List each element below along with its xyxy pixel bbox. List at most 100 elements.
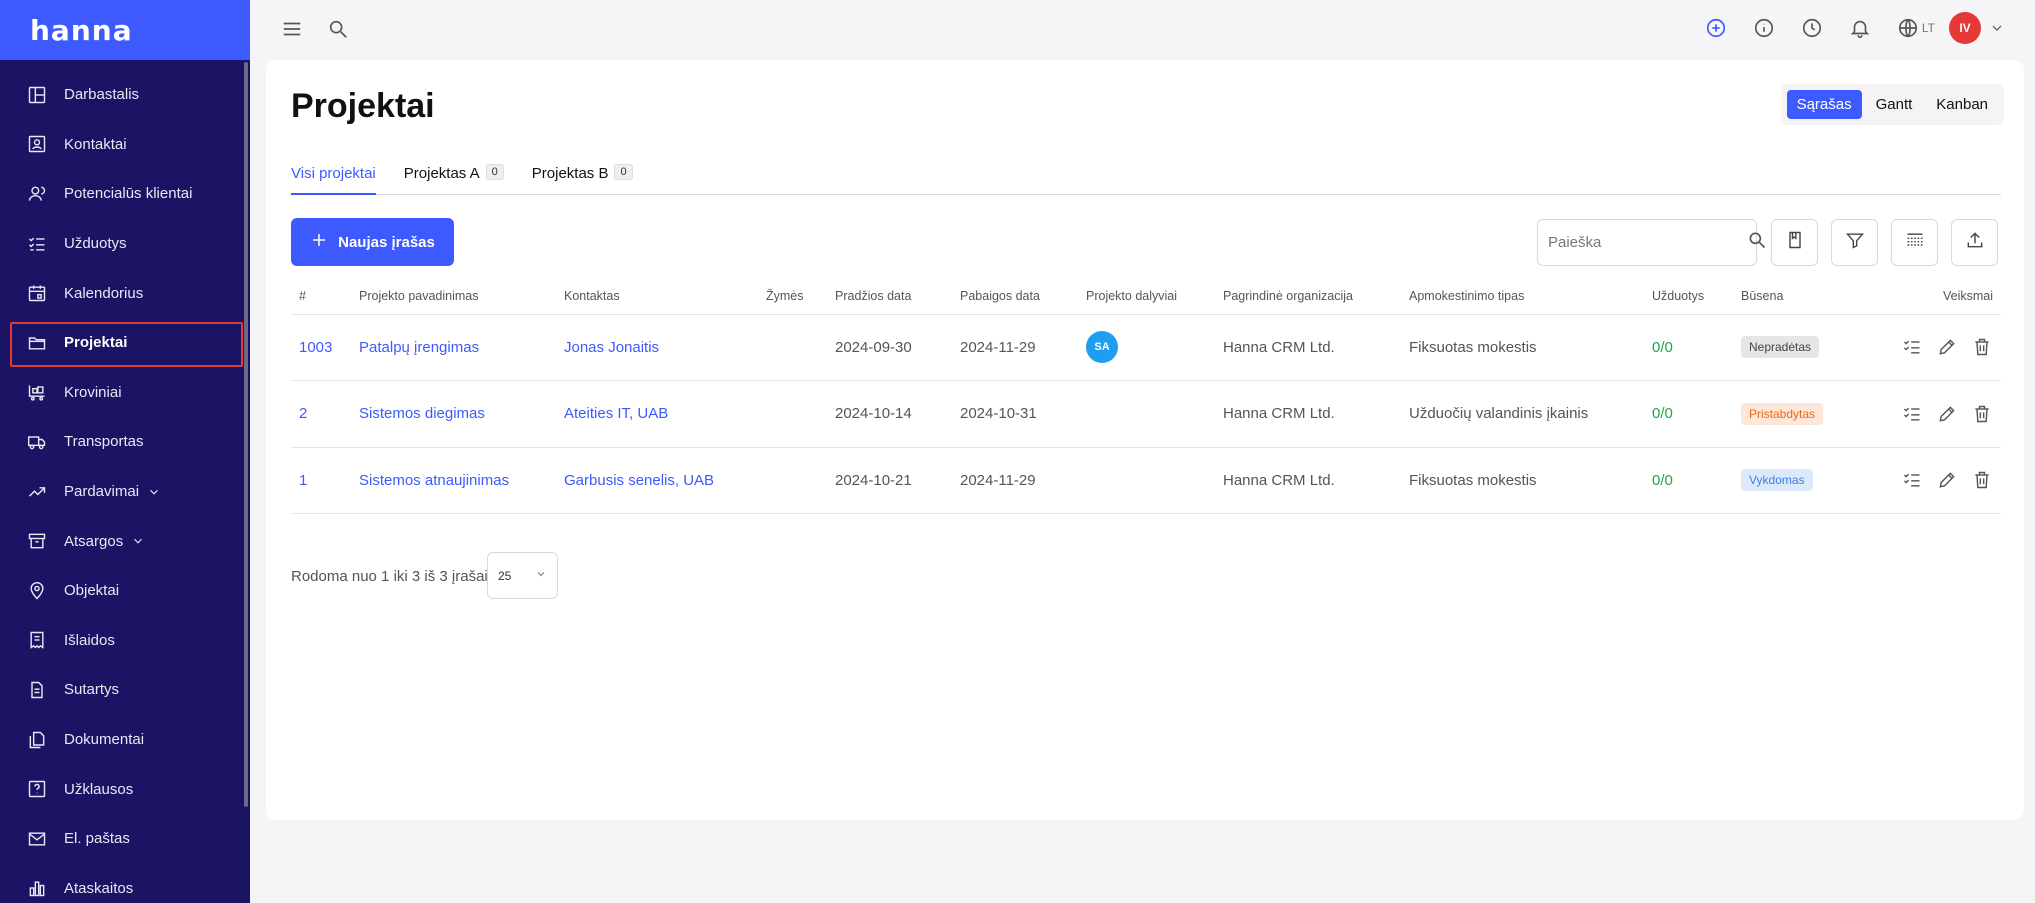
tasks-list-icon[interactable]: [1901, 403, 1923, 425]
chevron-down-icon[interactable]: [131, 534, 145, 548]
question-icon: [26, 778, 48, 800]
contact-link[interactable]: Ateities IT, UAB: [564, 405, 668, 422]
bar-chart-icon: [26, 877, 48, 899]
table-row: 1003 Patalpų įrengimas Jonas Jonaitis 20…: [291, 314, 2001, 381]
edit-pencil-icon[interactable]: [1936, 469, 1958, 491]
billing-type: Užduočių valandinis įkainis: [1401, 380, 1644, 448]
trash-icon[interactable]: [1971, 336, 1993, 358]
sidebar-item-kalendorius[interactable]: Kalendorius: [0, 268, 250, 318]
sidebar-item-dokumentai[interactable]: Dokumentai: [0, 715, 250, 765]
col-header-status[interactable]: Būsena: [1733, 278, 1873, 315]
table-header-row: # Projekto pavadinimas Kontaktas Žymės P…: [291, 278, 2001, 315]
sidebar-item-label: Pardavimai: [64, 483, 140, 501]
bookmark-document-icon: [1785, 230, 1805, 255]
user-menu[interactable]: IV: [1949, 12, 2005, 44]
tasks-list-icon[interactable]: [1901, 336, 1923, 358]
topbar-left: [280, 17, 350, 41]
language-label: LT: [1921, 21, 1935, 35]
edit-pencil-icon[interactable]: [1936, 336, 1958, 358]
sidebar-item-label: Potencialūs klientai: [64, 185, 193, 203]
tasks-count[interactable]: 0/0: [1652, 339, 1673, 356]
tab-label: Projektas B: [531, 165, 609, 182]
sidebar-item-darbastalis[interactable]: Darbastalis: [0, 70, 250, 120]
tab-count-badge: 0: [614, 164, 633, 180]
chevron-down-icon[interactable]: [147, 485, 161, 499]
row-id-link[interactable]: 1003: [299, 339, 332, 356]
sidebar-item-label: Objektai: [64, 582, 120, 600]
sidebar-item-el-pastas[interactable]: El. paštas: [0, 814, 250, 864]
tab-projektas-a[interactable]: Projektas A 0: [404, 163, 504, 195]
tab-visi-projektai[interactable]: Visi projektai: [291, 163, 376, 195]
bell-icon[interactable]: [1848, 16, 1872, 40]
sidebar-item-sutartys[interactable]: Sutartys: [0, 665, 250, 715]
view-switcher: Sąrašas Gantt Kanban: [1780, 84, 2004, 125]
cart-icon: [26, 381, 48, 403]
edit-pencil-icon[interactable]: [1936, 403, 1958, 425]
tab-projektas-b[interactable]: Projektas B 0: [532, 163, 633, 195]
search-icon[interactable]: [1747, 230, 1767, 255]
tasks-count[interactable]: 0/0: [1652, 472, 1673, 489]
trend-icon: [26, 481, 48, 503]
contact-link[interactable]: Garbusis senelis, UAB: [564, 472, 714, 489]
tasks-list-icon[interactable]: [1901, 469, 1923, 491]
status-badge: Vykdomas: [1741, 469, 1813, 492]
col-header-contact[interactable]: Kontaktas: [556, 278, 758, 315]
col-header-name[interactable]: Projekto pavadinimas: [351, 278, 556, 315]
col-header-organization[interactable]: Pagrindinė organizacija: [1215, 278, 1401, 315]
tasks-count[interactable]: 0/0: [1652, 405, 1673, 422]
sidebar-item-kontaktai[interactable]: Kontaktai: [0, 120, 250, 170]
col-header-billing[interactable]: Apmokestinimo tipas: [1401, 278, 1644, 315]
documents-icon: [26, 729, 48, 751]
language-switch[interactable]: LT: [1896, 16, 1935, 40]
row-id-link[interactable]: 1: [299, 472, 307, 489]
sidebar-item-projektai[interactable]: Projektai: [0, 318, 250, 368]
logo[interactable]: hanna: [30, 14, 133, 47]
sidebar-item-kroviniai[interactable]: Kroviniai: [0, 368, 250, 418]
col-header-id[interactable]: #: [291, 278, 351, 315]
project-name-link[interactable]: Patalpų įrengimas: [359, 339, 479, 356]
view-list-button[interactable]: Sąrašas: [1786, 90, 1862, 119]
project-name-link[interactable]: Sistemos atnaujinimas: [359, 472, 509, 489]
export-button[interactable]: [1951, 219, 1998, 266]
sidebar-item-ataskaitos[interactable]: Ataskaitos: [0, 864, 250, 903]
view-gantt-button[interactable]: Gantt: [1866, 90, 1923, 119]
avatar[interactable]: IV: [1949, 12, 1981, 44]
col-header-end[interactable]: Pabaigos data: [952, 278, 1078, 315]
saved-filters-button[interactable]: [1771, 219, 1818, 266]
row-actions: [1881, 469, 2001, 491]
sidebar-item-pardavimai[interactable]: Pardavimai: [0, 467, 250, 517]
trash-icon[interactable]: [1971, 403, 1993, 425]
sidebar-item-objektai[interactable]: Objektai: [0, 566, 250, 616]
tasks-icon: [26, 233, 48, 255]
view-kanban-button[interactable]: Kanban: [1926, 90, 1998, 119]
sidebar-item-islaidos[interactable]: Išlaidos: [0, 616, 250, 666]
row-id-link[interactable]: 2: [299, 405, 307, 422]
search-input[interactable]: [1548, 234, 1747, 251]
page-size-select[interactable]: 25: [487, 552, 558, 599]
chevron-down-icon[interactable]: [1989, 16, 2005, 40]
participant-avatar[interactable]: SA: [1086, 331, 1118, 364]
columns-button[interactable]: [1891, 219, 1938, 266]
filter-button[interactable]: [1831, 219, 1878, 266]
sidebar-item-uzklausos[interactable]: Užklausos: [0, 764, 250, 814]
col-header-tags[interactable]: Žymės: [758, 278, 827, 315]
project-name-link[interactable]: Sistemos diegimas: [359, 405, 485, 422]
new-record-button[interactable]: Naujas įrašas: [291, 218, 454, 266]
info-icon[interactable]: [1752, 16, 1776, 40]
add-circle-icon[interactable]: [1704, 16, 1728, 40]
search-icon[interactable]: [326, 17, 350, 41]
col-header-start[interactable]: Pradžios data: [827, 278, 952, 315]
sidebar-item-uzduotys[interactable]: Užduotys: [0, 219, 250, 269]
sidebar-item-label: Kroviniai: [64, 383, 122, 401]
contact-link[interactable]: Jonas Jonaitis: [564, 339, 659, 356]
menu-icon[interactable]: [280, 17, 304, 41]
sidebar-item-potencialus-klientai[interactable]: Potencialūs klientai: [0, 169, 250, 219]
col-header-tasks[interactable]: Užduotys: [1644, 278, 1733, 315]
clock-icon[interactable]: [1800, 16, 1824, 40]
col-header-participants[interactable]: Projekto dalyviai: [1078, 278, 1215, 315]
sidebar-item-transportas[interactable]: Transportas: [0, 417, 250, 467]
sidebar-item-label: Užklausos: [64, 780, 134, 798]
contact-card-icon: [26, 133, 48, 155]
trash-icon[interactable]: [1971, 469, 1993, 491]
sidebar-item-atsargos[interactable]: Atsargos: [0, 516, 250, 566]
